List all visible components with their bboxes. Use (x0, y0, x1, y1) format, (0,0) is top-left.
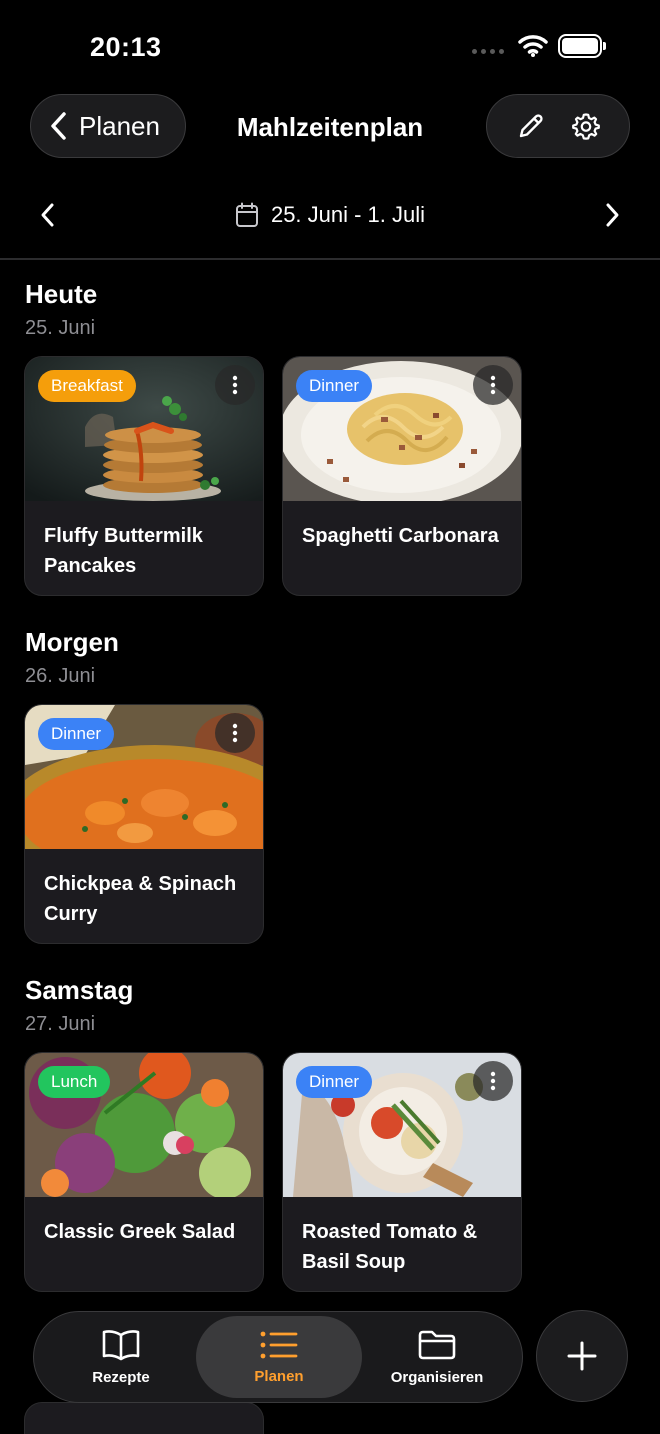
tab-planen[interactable]: Planen (196, 1316, 362, 1398)
more-options-button[interactable] (215, 713, 255, 753)
day-date: 25. Juni (25, 317, 96, 339)
tab-label: Organisieren (390, 1368, 484, 1386)
day-title: Samstag (25, 975, 134, 1005)
meal-title: Spaghetti Carbonara (302, 525, 499, 547)
next-week-button[interactable] (604, 202, 620, 233)
more-options-button[interactable] (215, 365, 255, 405)
more-vertical-icon (490, 1071, 496, 1091)
meal-card[interactable]: Dinner Roasted Tomato & Basil Soup (282, 1052, 522, 1292)
meal-plan-screen: 20:13 Planen Mahlzeitenplan 25. Juni - 1… (0, 0, 660, 1434)
meal-card[interactable]: Lunch Classic Greek Salad (24, 1052, 264, 1292)
meal-type-badge: Lunch (38, 1066, 111, 1098)
chevron-left-icon (51, 112, 66, 140)
day-title: Morgen (25, 627, 119, 657)
week-navigator: 25. Juni - 1. Juli (0, 190, 660, 242)
tab-bar: Rezepte Planen Organisieren (33, 1311, 523, 1403)
meal-card[interactable] (24, 1402, 264, 1434)
more-vertical-icon (232, 375, 238, 395)
wifi-icon (518, 35, 548, 57)
meal-card[interactable]: Breakfast Fluffy Buttermilk Pancakes (24, 356, 264, 596)
folder-icon (418, 1330, 456, 1359)
divider (0, 258, 660, 260)
meal-type-badge: Dinner (296, 370, 373, 402)
meal-type-badge: Dinner (38, 718, 115, 750)
meal-type-badge: Breakfast (38, 370, 136, 402)
calendar-icon (235, 202, 258, 227)
meal-title: Roasted Tomato & Basil Soup (302, 1221, 478, 1273)
battery-icon (558, 34, 606, 58)
meal-title: Chickpea & Spinach Curry (44, 873, 237, 925)
more-vertical-icon (232, 723, 238, 743)
book-icon (102, 1329, 140, 1360)
tab-organisieren[interactable]: Organisieren (372, 1316, 502, 1398)
week-range-label: 25. Juni - 1. Juli (270, 202, 426, 227)
cellular-signal-icon (472, 48, 504, 54)
pencil-icon (519, 114, 543, 138)
more-options-button[interactable] (473, 1061, 513, 1101)
action-pill (486, 94, 630, 158)
add-meal-button[interactable] (536, 1310, 628, 1402)
chevron-right-icon (606, 203, 619, 227)
more-options-button[interactable] (473, 365, 513, 405)
more-vertical-icon (490, 375, 496, 395)
list-icon (260, 1331, 298, 1358)
settings-button[interactable] (571, 111, 601, 141)
gear-icon (571, 113, 600, 140)
meal-type-badge: Dinner (296, 1066, 373, 1098)
week-range[interactable]: 25. Juni - 1. Juli (0, 202, 660, 228)
meal-card[interactable]: Dinner Spaghetti Carbonara (282, 356, 522, 596)
day-date: 26. Juni (25, 665, 96, 687)
meal-card[interactable]: Dinner Chickpea & Spinach Curry (24, 704, 264, 944)
edit-button[interactable] (516, 111, 546, 141)
status-time: 20:13 (90, 32, 162, 62)
tab-label: Rezepte (92, 1368, 150, 1386)
day-date: 27. Juni (25, 1013, 96, 1035)
page-title: Mahlzeitenplan (236, 112, 424, 142)
back-button-label: Planen (79, 110, 160, 141)
meal-title: Fluffy Buttermilk Pancakes (44, 525, 203, 577)
status-icons (472, 34, 606, 58)
tab-label: Planen (254, 1367, 304, 1385)
meal-title: Classic Greek Salad (44, 1221, 236, 1243)
plus-icon (567, 1341, 597, 1371)
day-title: Heute (25, 279, 98, 309)
tab-rezepte[interactable]: Rezepte (56, 1316, 186, 1398)
back-button[interactable]: Planen (30, 94, 186, 158)
